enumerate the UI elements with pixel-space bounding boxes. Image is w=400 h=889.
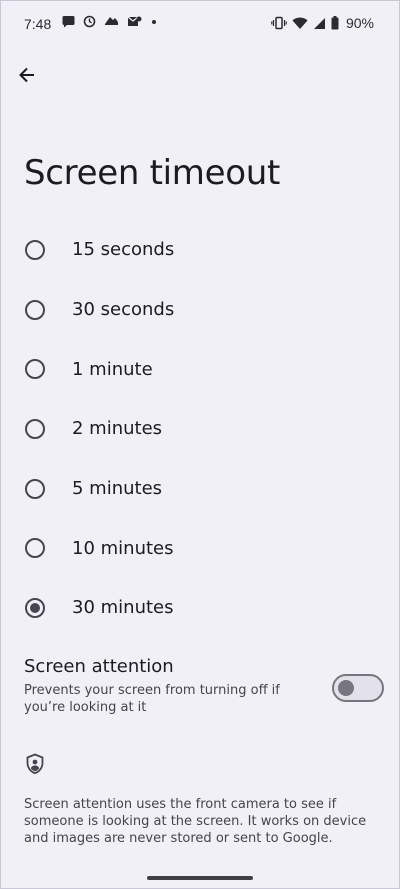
toggle-knob [338,680,354,696]
radio-button[interactable] [25,538,45,559]
arrow-left-icon [17,65,37,85]
status-bar: 7:48 90% [0,0,400,44]
option-label: 15 seconds [72,239,175,261]
home-indicator[interactable] [147,876,253,880]
option-label: 1 minute [72,358,153,380]
system-icons: 90% [271,15,374,31]
radio-button[interactable] [25,359,45,380]
option-label: 2 minutes [72,418,163,440]
status-time: 7:48 [24,16,52,32]
page-title: Screen timeout [24,153,280,193]
option-5-minutes[interactable]: 5 minutes [0,459,400,519]
screen-attention-info: Screen attention uses the front camera t… [24,797,367,846]
option-label: 30 seconds [72,299,175,321]
radio-button[interactable] [25,418,45,439]
option-2-minutes[interactable]: 2 minutes [0,399,400,459]
option-1-minute[interactable]: 1 minute [0,339,400,399]
option-label: 10 minutes [72,537,174,559]
signal-icon [313,17,326,30]
back-button[interactable] [12,60,42,90]
notification-icons [62,15,158,28]
wifi-icon [292,17,308,30]
option-label: 30 minutes [72,597,174,619]
option-10-minutes[interactable]: 10 minutes [0,518,400,578]
battery-percent: 90% [345,15,374,31]
option-15-seconds[interactable]: 15 seconds [0,220,400,280]
alarm-icon [83,15,96,28]
screen-attention-toggle[interactable] [332,674,384,702]
radio-button[interactable] [25,239,45,260]
radio-button[interactable] [25,299,45,320]
screen-attention-description: Prevents your screen from turning off if… [24,683,280,715]
dot-icon [150,15,158,28]
screen-attention-setting[interactable]: Screen attention Prevents your screen fr… [24,656,324,716]
timeout-options: 15 seconds 30 seconds 1 minute 2 minutes… [0,220,400,638]
option-30-minutes[interactable]: 30 minutes [0,578,400,638]
radio-button[interactable] [25,478,45,499]
cloud-icon [104,15,119,28]
option-label: 5 minutes [72,478,163,500]
option-30-seconds[interactable]: 30 seconds [0,280,400,340]
screen-attention-title: Screen attention [24,656,174,677]
radio-button-selected[interactable] [25,597,45,618]
battery-icon [331,16,339,30]
mail-icon [127,15,142,28]
shield-person-icon [25,753,45,775]
vibrate-icon [271,16,287,30]
chat-bubble-icon [62,15,75,28]
